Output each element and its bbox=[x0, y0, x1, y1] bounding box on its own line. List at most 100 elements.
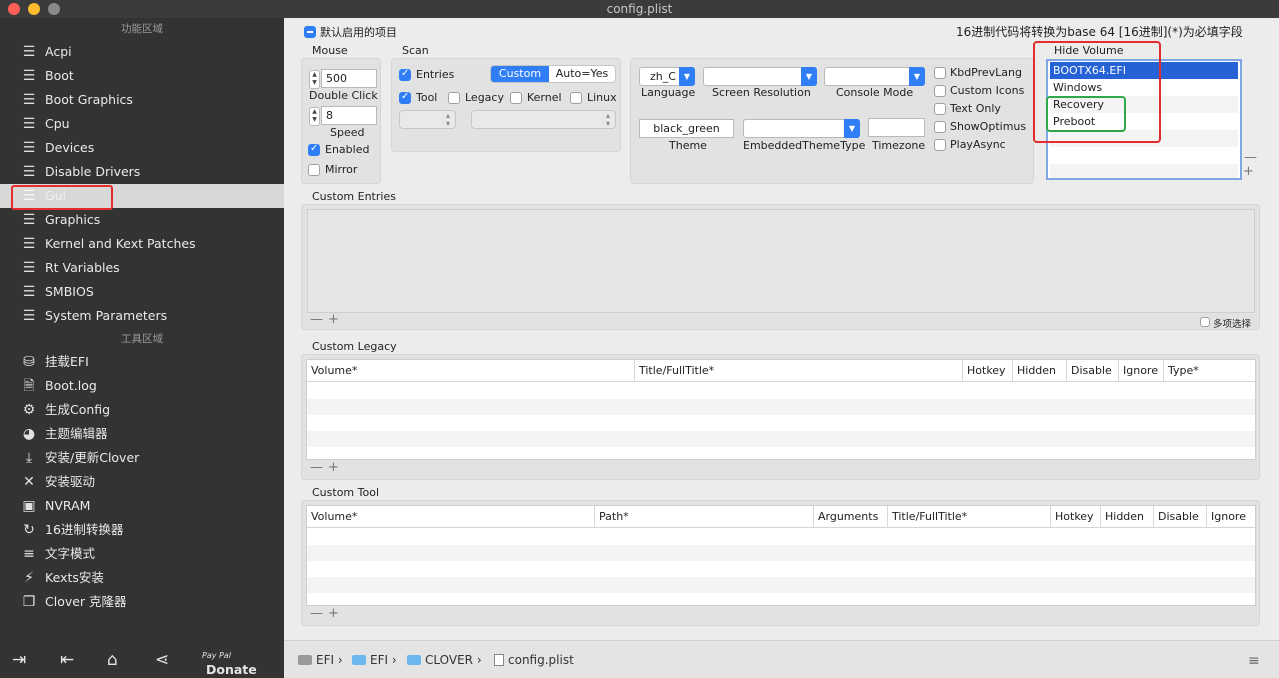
embedded-theme-combo[interactable]: ▼ bbox=[743, 119, 860, 138]
text-only-checkbox[interactable] bbox=[934, 103, 946, 115]
tool-generate-config[interactable]: ⚙ 生成Config bbox=[0, 398, 284, 422]
sidebar-section-features: 功能区域 bbox=[121, 23, 163, 35]
sidebar-item-boot[interactable]: ☰ Boot bbox=[0, 64, 284, 88]
legacy-popup[interactable]: ▴ ▾ bbox=[399, 110, 456, 129]
sidebar-item-boot-graphics[interactable]: ☰ Boot Graphics bbox=[0, 88, 284, 112]
column-header[interactable]: Title/FullTitle* bbox=[888, 506, 1051, 528]
column-header[interactable]: Arguments bbox=[814, 506, 888, 528]
multi-select-checkbox[interactable] bbox=[1200, 317, 1210, 327]
column-header[interactable]: Hidden bbox=[1101, 506, 1154, 528]
tool-nvram[interactable]: ▣ NVRAM bbox=[0, 494, 284, 518]
play-async-checkbox[interactable] bbox=[934, 139, 946, 151]
double-click-field[interactable]: 500 bbox=[321, 69, 377, 88]
import-icon[interactable]: ⇥ bbox=[12, 650, 26, 670]
tool-hex-converter[interactable]: ↻ 16进制转换器 bbox=[0, 518, 284, 542]
chevron-down-icon[interactable]: ▼ bbox=[844, 119, 860, 138]
column-header[interactable]: Volume* bbox=[307, 506, 595, 528]
legacy-checkbox[interactable] bbox=[448, 92, 460, 104]
home-icon[interactable]: ⌂ bbox=[107, 650, 118, 670]
chevron-down-icon[interactable]: ▼ bbox=[909, 67, 925, 86]
remove-icon[interactable]: — bbox=[1244, 150, 1257, 165]
add-icon[interactable]: + bbox=[1243, 164, 1254, 179]
tool-label: Tool bbox=[416, 91, 438, 104]
console-mode-label: Console Mode bbox=[836, 86, 914, 99]
column-header[interactable]: Disable bbox=[1154, 506, 1207, 528]
column-header[interactable]: Ignore bbox=[1207, 506, 1255, 528]
zoom-window-button[interactable] bbox=[48, 3, 60, 15]
add-icon[interactable]: + bbox=[328, 460, 339, 475]
seg-auto-yes[interactable]: Auto=Yes bbox=[549, 66, 615, 82]
tool-kexts-install[interactable]: ⚡ Kexts安装 bbox=[0, 566, 284, 590]
donate-button[interactable]: Pay PalDonate bbox=[202, 648, 284, 677]
sidebar-item-system-parameters[interactable]: ☰ System Parameters bbox=[0, 304, 284, 328]
chevron-down-icon[interactable]: ▼ bbox=[679, 67, 695, 86]
tool-text-mode[interactable]: ≡ 文字模式 bbox=[0, 542, 284, 566]
remove-icon[interactable]: — bbox=[310, 606, 323, 621]
share-icon[interactable]: ⋖ bbox=[155, 650, 169, 670]
linux-popup[interactable]: ▴ ▾ bbox=[471, 110, 616, 129]
speed-stepper[interactable]: ▲ ▼ bbox=[309, 107, 320, 126]
double-click-stepper[interactable]: ▲ ▼ bbox=[309, 70, 320, 89]
language-combo[interactable]: zh_C ▼ bbox=[639, 67, 695, 86]
tool-theme-editor[interactable]: ◕ 主题编辑器 bbox=[0, 422, 284, 446]
sidebar-item-kernel-kext-patches[interactable]: ☰ Kernel and Kext Patches bbox=[0, 232, 284, 256]
show-optimus-checkbox[interactable] bbox=[934, 121, 946, 133]
column-header[interactable]: Disable bbox=[1067, 360, 1119, 382]
tool-clover-cloner[interactable]: ❐ Clover 克隆器 bbox=[0, 590, 284, 614]
add-icon[interactable]: + bbox=[328, 606, 339, 621]
column-header[interactable]: Hotkey bbox=[1051, 506, 1101, 528]
custom-legacy-table[interactable]: Volume* Title/FullTitle* Hotkey Hidden D… bbox=[306, 359, 1256, 460]
chevron-down-icon[interactable]: ▼ bbox=[801, 67, 817, 86]
tool-install-clover[interactable]: ⤓ 安装/更新Clover bbox=[0, 446, 284, 470]
seg-custom[interactable]: Custom bbox=[491, 66, 549, 82]
kernel-checkbox[interactable] bbox=[510, 92, 522, 104]
tool-boot-log[interactable]: 🗎 Boot.log bbox=[0, 374, 284, 398]
path-crumb[interactable]: EFI › bbox=[352, 653, 397, 667]
path-crumb[interactable]: config.plist bbox=[494, 653, 574, 667]
add-icon[interactable]: + bbox=[328, 312, 339, 327]
theme-field[interactable]: black_green bbox=[639, 119, 734, 138]
tool-mount-efi[interactable]: ⛁ 挂载EFI bbox=[0, 350, 284, 374]
sidebar-item-acpi[interactable]: ☰ Acpi bbox=[0, 40, 284, 64]
custom-tool-table[interactable]: Volume* Path* Arguments Title/FullTitle*… bbox=[306, 505, 1256, 606]
speed-field[interactable]: 8 bbox=[321, 106, 377, 125]
remove-icon[interactable]: — bbox=[310, 312, 323, 327]
close-window-button[interactable] bbox=[8, 3, 20, 15]
list-icon: ☰ bbox=[22, 260, 36, 276]
sidebar-item-disable-drivers[interactable]: ☰ Disable Drivers bbox=[0, 160, 284, 184]
entries-checkbox[interactable] bbox=[399, 68, 411, 81]
linux-checkbox[interactable] bbox=[570, 92, 582, 104]
timezone-field[interactable] bbox=[868, 118, 925, 137]
custom-icons-checkbox[interactable] bbox=[934, 85, 946, 97]
column-header[interactable]: Ignore bbox=[1119, 360, 1164, 382]
remove-icon[interactable]: — bbox=[310, 460, 323, 475]
path-crumb[interactable]: EFI › bbox=[298, 653, 343, 667]
sidebar-item-cpu[interactable]: ☰ Cpu bbox=[0, 112, 284, 136]
console-mode-combo[interactable]: ▼ bbox=[824, 67, 925, 86]
enabled-checkbox[interactable] bbox=[308, 143, 320, 156]
sidebar-item-rt-variables[interactable]: ☰ Rt Variables bbox=[0, 256, 284, 280]
menu-icon[interactable]: ≡ bbox=[1248, 653, 1260, 669]
screen-resolution-combo[interactable]: ▼ bbox=[703, 67, 817, 86]
column-header[interactable]: Path* bbox=[595, 506, 814, 528]
column-header[interactable]: Title/FullTitle* bbox=[635, 360, 963, 382]
column-header[interactable]: Volume* bbox=[307, 360, 635, 382]
default-items-label: 默认启用的项目 bbox=[320, 26, 397, 39]
column-header[interactable]: Type* bbox=[1164, 360, 1255, 382]
scan-entries-segmented: Custom Auto=Yes bbox=[490, 65, 616, 83]
default-items-checkbox[interactable] bbox=[304, 26, 316, 38]
mirror-checkbox[interactable] bbox=[308, 164, 320, 176]
path-crumb[interactable]: CLOVER › bbox=[407, 653, 482, 667]
column-header[interactable]: Hotkey bbox=[963, 360, 1013, 382]
sidebar-item-graphics[interactable]: ☰ Graphics bbox=[0, 208, 284, 232]
export-icon[interactable]: ⇤ bbox=[60, 650, 74, 670]
custom-entries-list[interactable] bbox=[307, 209, 1255, 313]
sidebar-item-smbios[interactable]: ☰ SMBIOS bbox=[0, 280, 284, 304]
screen-resolution-label: Screen Resolution bbox=[712, 86, 811, 99]
minimize-window-button[interactable] bbox=[28, 3, 40, 15]
kbd-prev-lang-checkbox[interactable] bbox=[934, 67, 946, 79]
tool-checkbox[interactable] bbox=[399, 91, 411, 104]
tool-install-drivers[interactable]: ✕ 安装驱动 bbox=[0, 470, 284, 494]
sidebar-item-devices[interactable]: ☰ Devices bbox=[0, 136, 284, 160]
column-header[interactable]: Hidden bbox=[1013, 360, 1067, 382]
